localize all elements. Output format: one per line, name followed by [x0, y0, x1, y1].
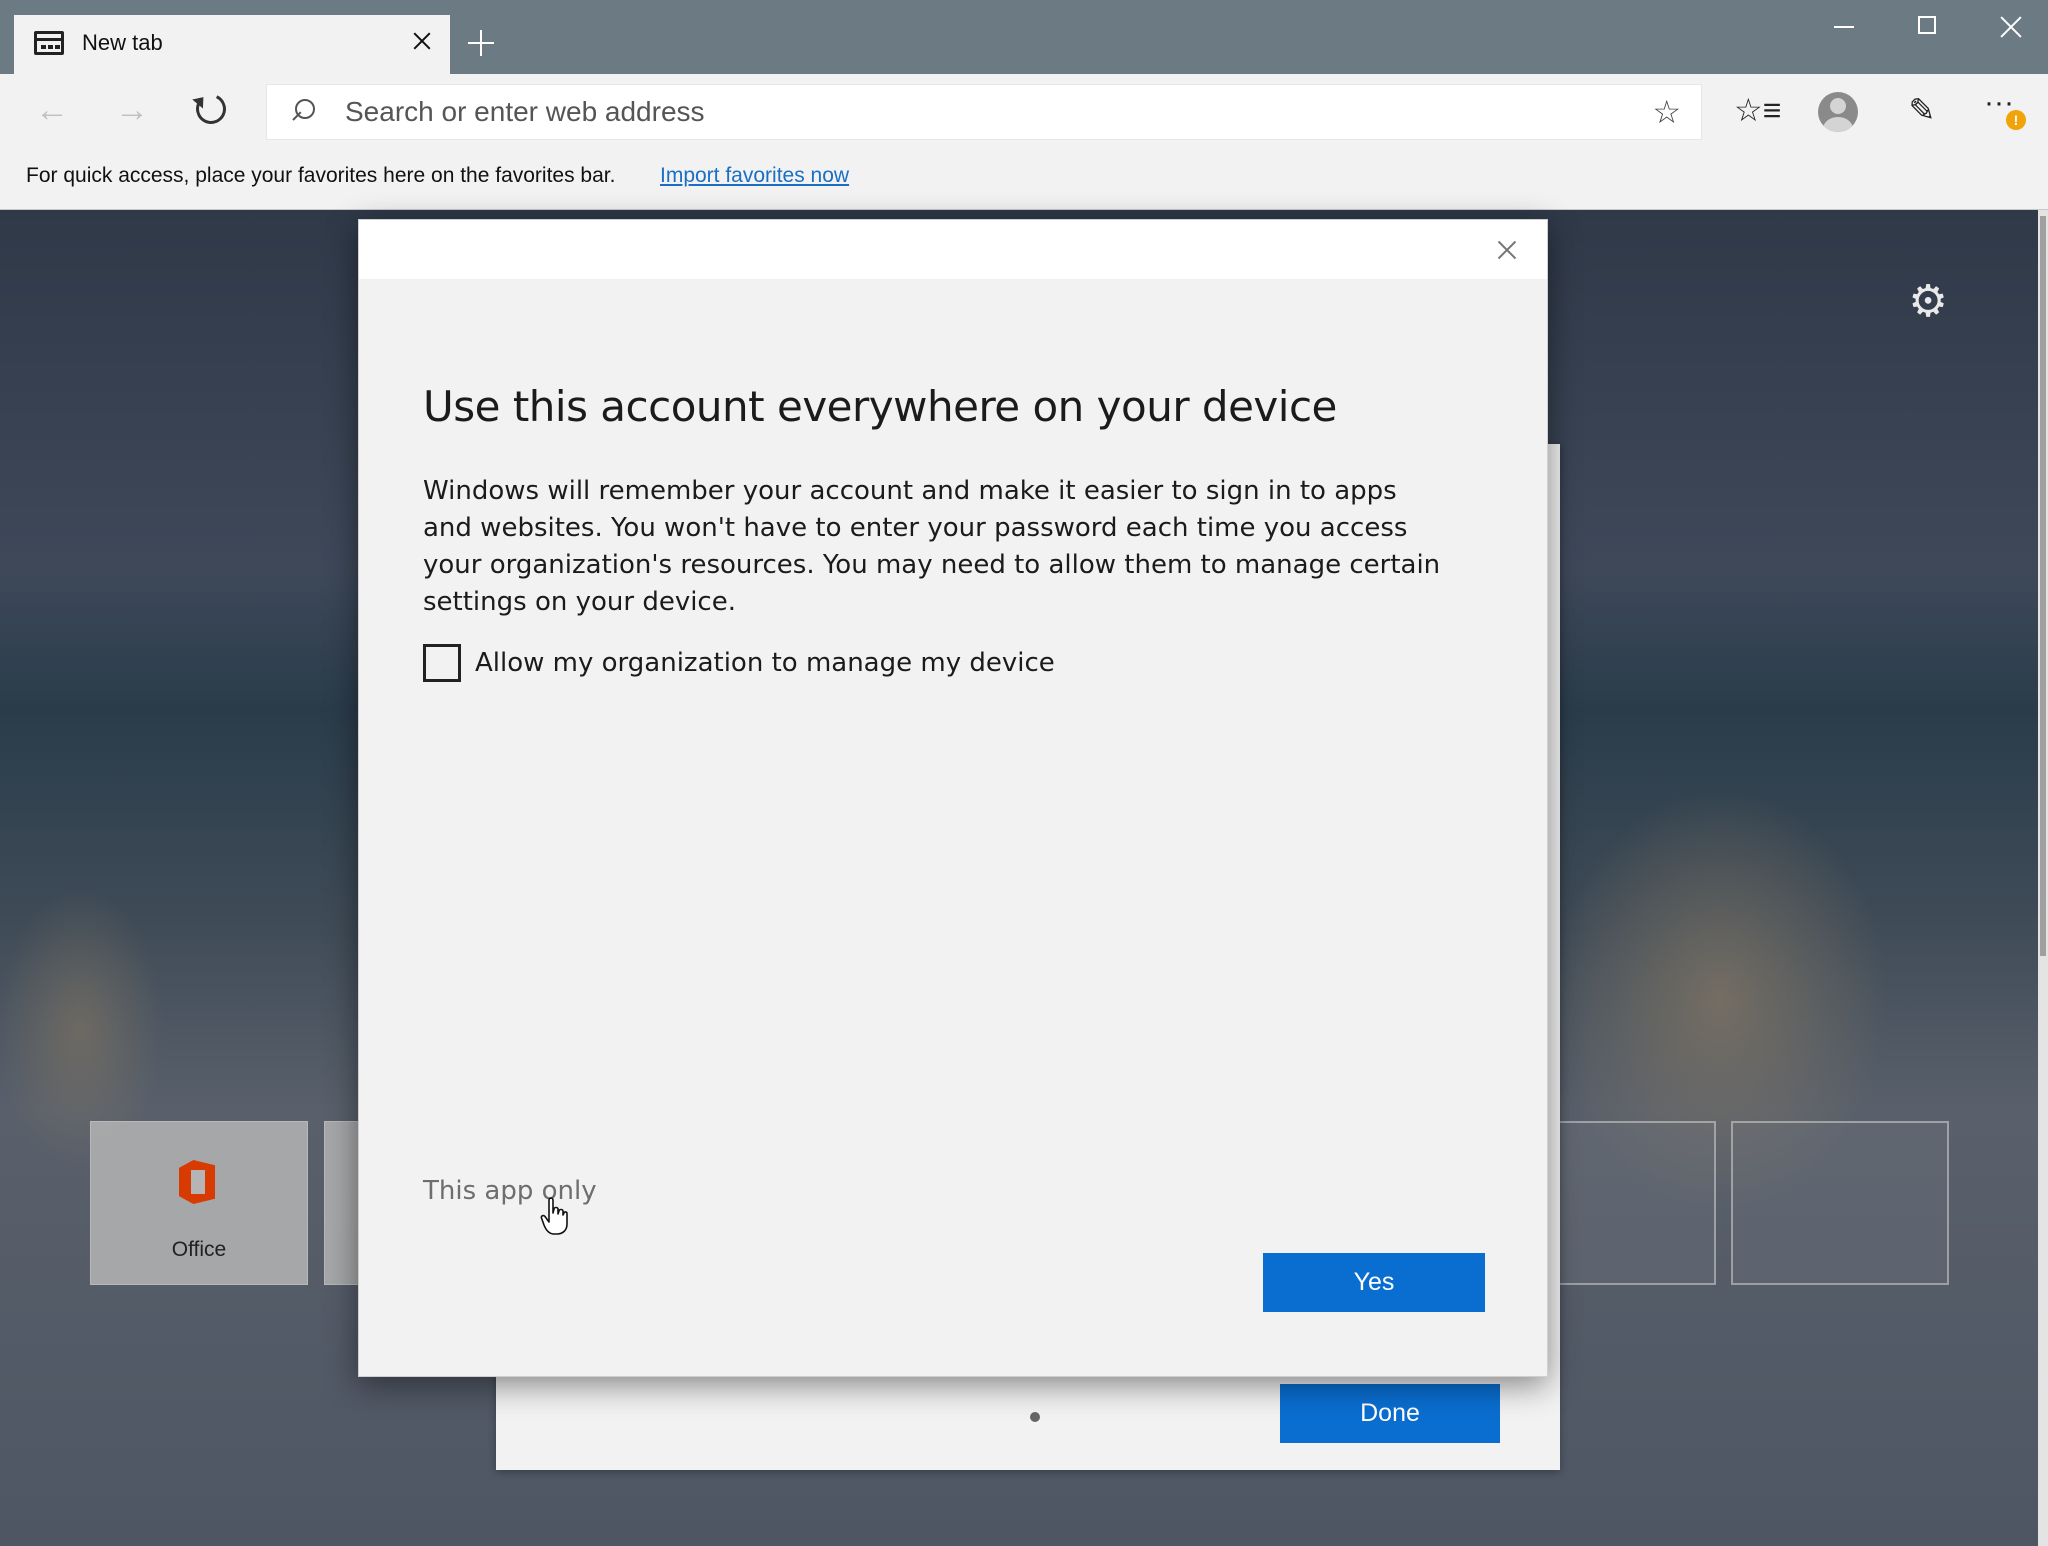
profile-avatar-icon[interactable] — [1818, 92, 1858, 132]
tab-close-icon[interactable] — [408, 27, 436, 55]
manage-device-checkbox[interactable] — [423, 644, 461, 682]
gear-icon[interactable]: ⚙ — [1908, 280, 1948, 324]
dialog-title: Use this account everywhere on your devi… — [423, 382, 1337, 431]
tab-page-icon — [34, 31, 64, 55]
tile-label: Office — [171, 1238, 227, 1261]
checkbox-label: Allow my organization to manage my devic… — [475, 648, 1055, 678]
new-tab-plus-icon[interactable] — [466, 28, 496, 58]
tab-new-tab[interactable]: New tab — [14, 15, 450, 74]
this-app-only-link[interactable]: This app only — [423, 1176, 597, 1206]
office-icon — [179, 1160, 219, 1206]
dialog-body: Windows will remember your account and m… — [423, 476, 1441, 617]
window-close-icon[interactable] — [1996, 12, 2026, 42]
dialog-header — [359, 220, 1547, 279]
done-button[interactable]: Done — [1280, 1384, 1500, 1443]
top-site-tile-office[interactable]: Office — [90, 1121, 308, 1285]
scrollbar-thumb[interactable] — [2040, 216, 2046, 956]
favorites-bar: For quick access, place your favorites h… — [0, 152, 2048, 210]
import-favorites-link[interactable]: Import favorites now — [660, 164, 849, 188]
hand-cursor-icon — [540, 1197, 568, 1235]
minimize-icon[interactable] — [1834, 26, 1854, 28]
add-favorite-star-icon[interactable]: ☆ — [1652, 95, 1681, 129]
yes-button[interactable]: Yes — [1263, 1253, 1485, 1312]
top-site-tile-empty[interactable] — [1731, 1121, 1949, 1285]
browser-toolbar: ← → ☆ ☆≡ ✎ ··· ! — [0, 74, 2048, 152]
back-arrow-icon[interactable]: ← — [32, 90, 72, 130]
tab-title: New tab — [82, 30, 163, 55]
favorites-bar-message: For quick access, place your favorites h… — [26, 164, 616, 187]
maximize-icon[interactable] — [1918, 16, 1936, 34]
search-icon — [291, 99, 315, 123]
address-bar[interactable]: ☆ — [266, 84, 1702, 140]
forward-arrow-icon[interactable]: → — [112, 90, 152, 130]
refresh-icon[interactable] — [191, 89, 231, 129]
share-feedback-icon[interactable]: ✎ — [1900, 88, 1944, 132]
close-icon[interactable] — [1495, 238, 1519, 262]
account-dialog: Use this account everywhere on your devi… — [358, 219, 1548, 1377]
address-input[interactable] — [345, 93, 1545, 131]
page-indicator-dot — [1030, 1412, 1040, 1422]
warning-badge-icon: ! — [2006, 110, 2026, 130]
title-bar: New tab — [0, 0, 2048, 74]
favorites-list-icon[interactable]: ☆≡ — [1734, 88, 1781, 132]
